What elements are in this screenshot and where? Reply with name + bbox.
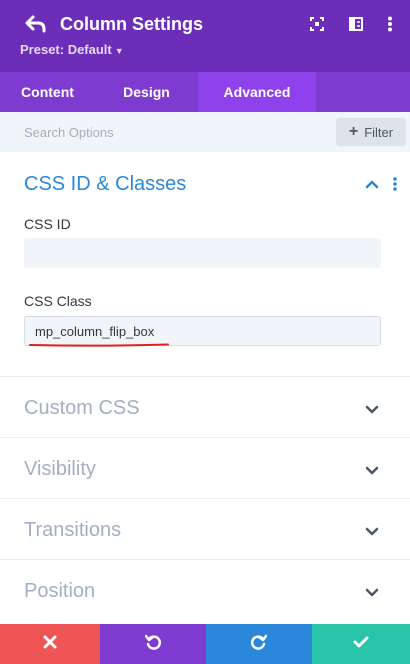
section-position[interactable]: Position <box>0 560 410 621</box>
discard-button[interactable] <box>0 624 100 664</box>
action-bar <box>0 624 410 664</box>
undo-button[interactable] <box>100 624 206 664</box>
section-title: Position <box>24 580 96 602</box>
css-class-label: CSS Class <box>24 293 92 309</box>
focus-icon[interactable] <box>308 14 326 34</box>
tab-advanced[interactable]: Advanced <box>198 72 316 112</box>
css-id-field[interactable] <box>24 238 381 268</box>
chevron-down-icon <box>364 401 380 417</box>
chevron-up-icon[interactable] <box>364 176 380 192</box>
settings-header: Column Settings Preset: Default ▼ <box>0 0 410 72</box>
section-title: Visibility <box>24 458 96 480</box>
section-menu-icon[interactable] <box>390 176 400 192</box>
section-title: Custom CSS <box>24 397 140 419</box>
panel-title: Column Settings <box>60 14 203 34</box>
redo-button[interactable] <box>206 624 312 664</box>
section-title[interactable]: CSS ID & Classes <box>24 172 186 196</box>
plus-icon: + <box>348 123 359 140</box>
caret-down-icon: ▼ <box>114 46 124 56</box>
tab-bar: Content Design Advanced <box>0 72 410 112</box>
section-title: Transitions <box>24 519 122 541</box>
section-custom-css[interactable]: Custom CSS <box>0 377 410 438</box>
chevron-down-icon <box>364 584 380 600</box>
redo-icon <box>250 634 268 655</box>
save-button[interactable] <box>312 624 410 664</box>
close-icon <box>43 635 57 654</box>
filter-button[interactable]: + Filter <box>336 118 406 146</box>
section-css-id-classes: CSS ID & Classes CSS ID CSS Class <box>0 152 410 377</box>
css-class-field[interactable] <box>24 316 381 346</box>
check-icon <box>353 635 369 654</box>
undo-icon <box>144 634 162 655</box>
split-view-icon[interactable] <box>347 14 365 34</box>
section-visibility[interactable]: Visibility <box>0 438 410 499</box>
chevron-down-icon <box>364 462 380 478</box>
tab-design[interactable]: Design <box>95 72 198 112</box>
section-transitions[interactable]: Transitions <box>0 499 410 560</box>
chevron-down-icon <box>364 523 380 539</box>
back-icon[interactable] <box>24 14 48 34</box>
css-id-label: CSS ID <box>24 216 71 232</box>
preset-selector[interactable]: Preset: Default ▼ <box>20 42 124 59</box>
search-input[interactable] <box>14 118 314 146</box>
more-vertical-icon[interactable] <box>381 14 399 34</box>
red-underline-annotation <box>29 343 169 347</box>
preset-label: Preset: Default <box>20 42 112 57</box>
filter-label: Filter <box>364 124 394 140</box>
tab-content[interactable]: Content <box>0 72 95 112</box>
